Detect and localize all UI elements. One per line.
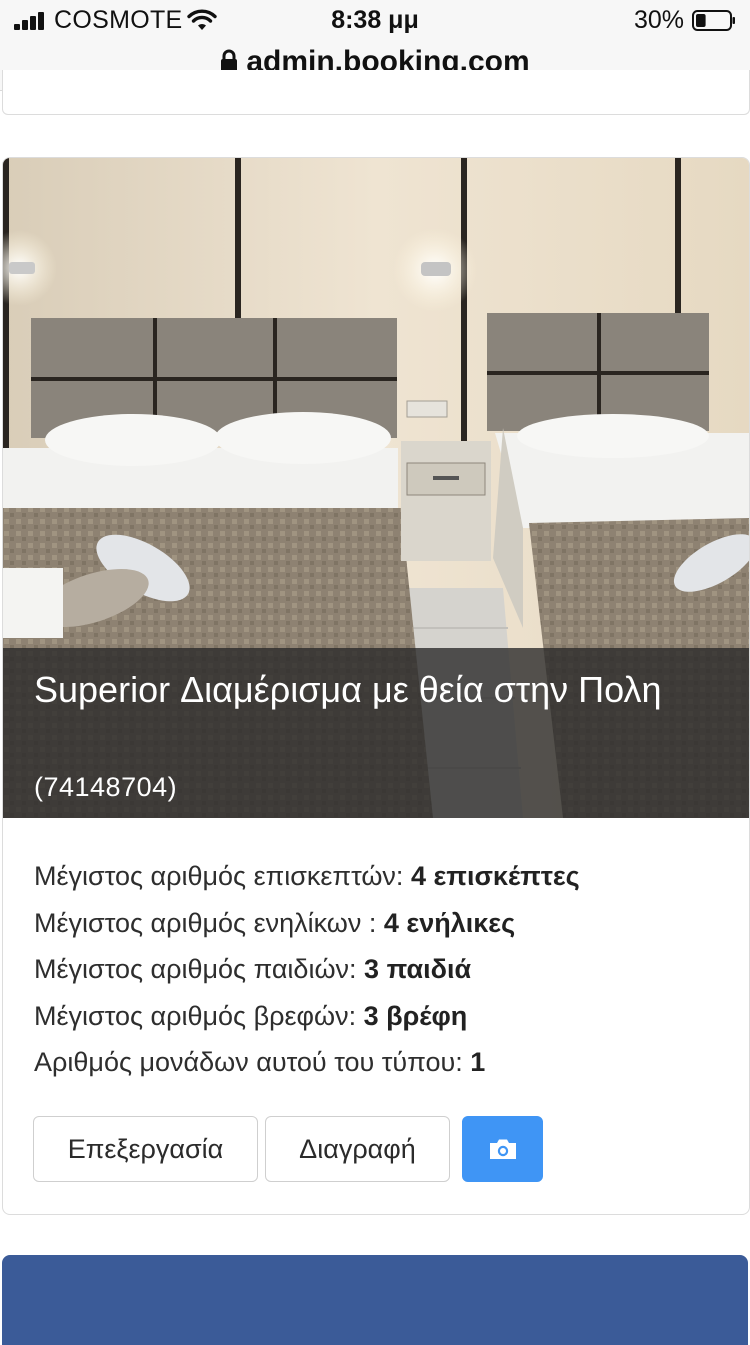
detail-label: Μέγιστος αριθμός ενηλίκων : — [34, 907, 384, 938]
detail-label: Μέγιστος αριθμός βρεφών: — [34, 1000, 364, 1031]
next-room-card — [2, 1255, 748, 1345]
photos-button[interactable] — [462, 1116, 543, 1182]
detail-max-children: Μέγιστος αριθμός παιδιών: 3 παιδιά — [34, 946, 734, 993]
room-id: (74148704) — [34, 772, 178, 802]
detail-value: 3 παιδιά — [364, 954, 472, 984]
room-details: Μέγιστος αριθμός επισκεπτών: 4 επισκέπτε… — [34, 853, 734, 1086]
detail-max-infants: Μέγιστος αριθμός βρεφών: 3 βρέφη — [34, 993, 734, 1040]
battery-icon — [692, 10, 735, 31]
room-card: Superior Διαμέρισμα με θεία στην Πολη (7… — [2, 157, 750, 1215]
previous-room-card — [2, 70, 750, 115]
detail-value: 4 επισκέπτες — [410, 861, 580, 891]
detail-label: Μέγιστος αριθμός παιδιών: — [34, 954, 365, 984]
detail-label: Αριθμός μονάδων αυτού του τύπου: — [34, 1047, 471, 1077]
room-photo: Superior Διαμέρισμα με θεία στην Πολη (7… — [3, 158, 749, 818]
detail-unit-count: Αριθμός μονάδων αυτού του τύπου: 1 — [34, 1039, 734, 1086]
detail-value: 4 ενήλικες — [383, 907, 516, 938]
battery-percentage: 30% — [633, 6, 684, 34]
room-title: Superior Διαμέρισμα με θεία στην Πολη — [34, 669, 662, 710]
delete-button[interactable]: Διαγραφή — [265, 1116, 450, 1182]
status-bar: COSMOTE 8:38 μμ 30% — [0, 0, 750, 42]
edit-button[interactable]: Επεξεργασία — [33, 1116, 258, 1182]
detail-max-guests: Μέγιστος αριθμός επισκεπτών: 4 επισκέπτε… — [34, 853, 734, 900]
camera-icon — [489, 1139, 516, 1159]
detail-max-adults: Μέγιστος αριθμός ενηλίκων : 4 ενήλικες — [34, 900, 734, 947]
detail-value: 1 — [470, 1047, 486, 1077]
detail-value: 3 βρέφη — [363, 1000, 468, 1031]
detail-label: Μέγιστος αριθμός επισκεπτών: — [34, 861, 411, 891]
